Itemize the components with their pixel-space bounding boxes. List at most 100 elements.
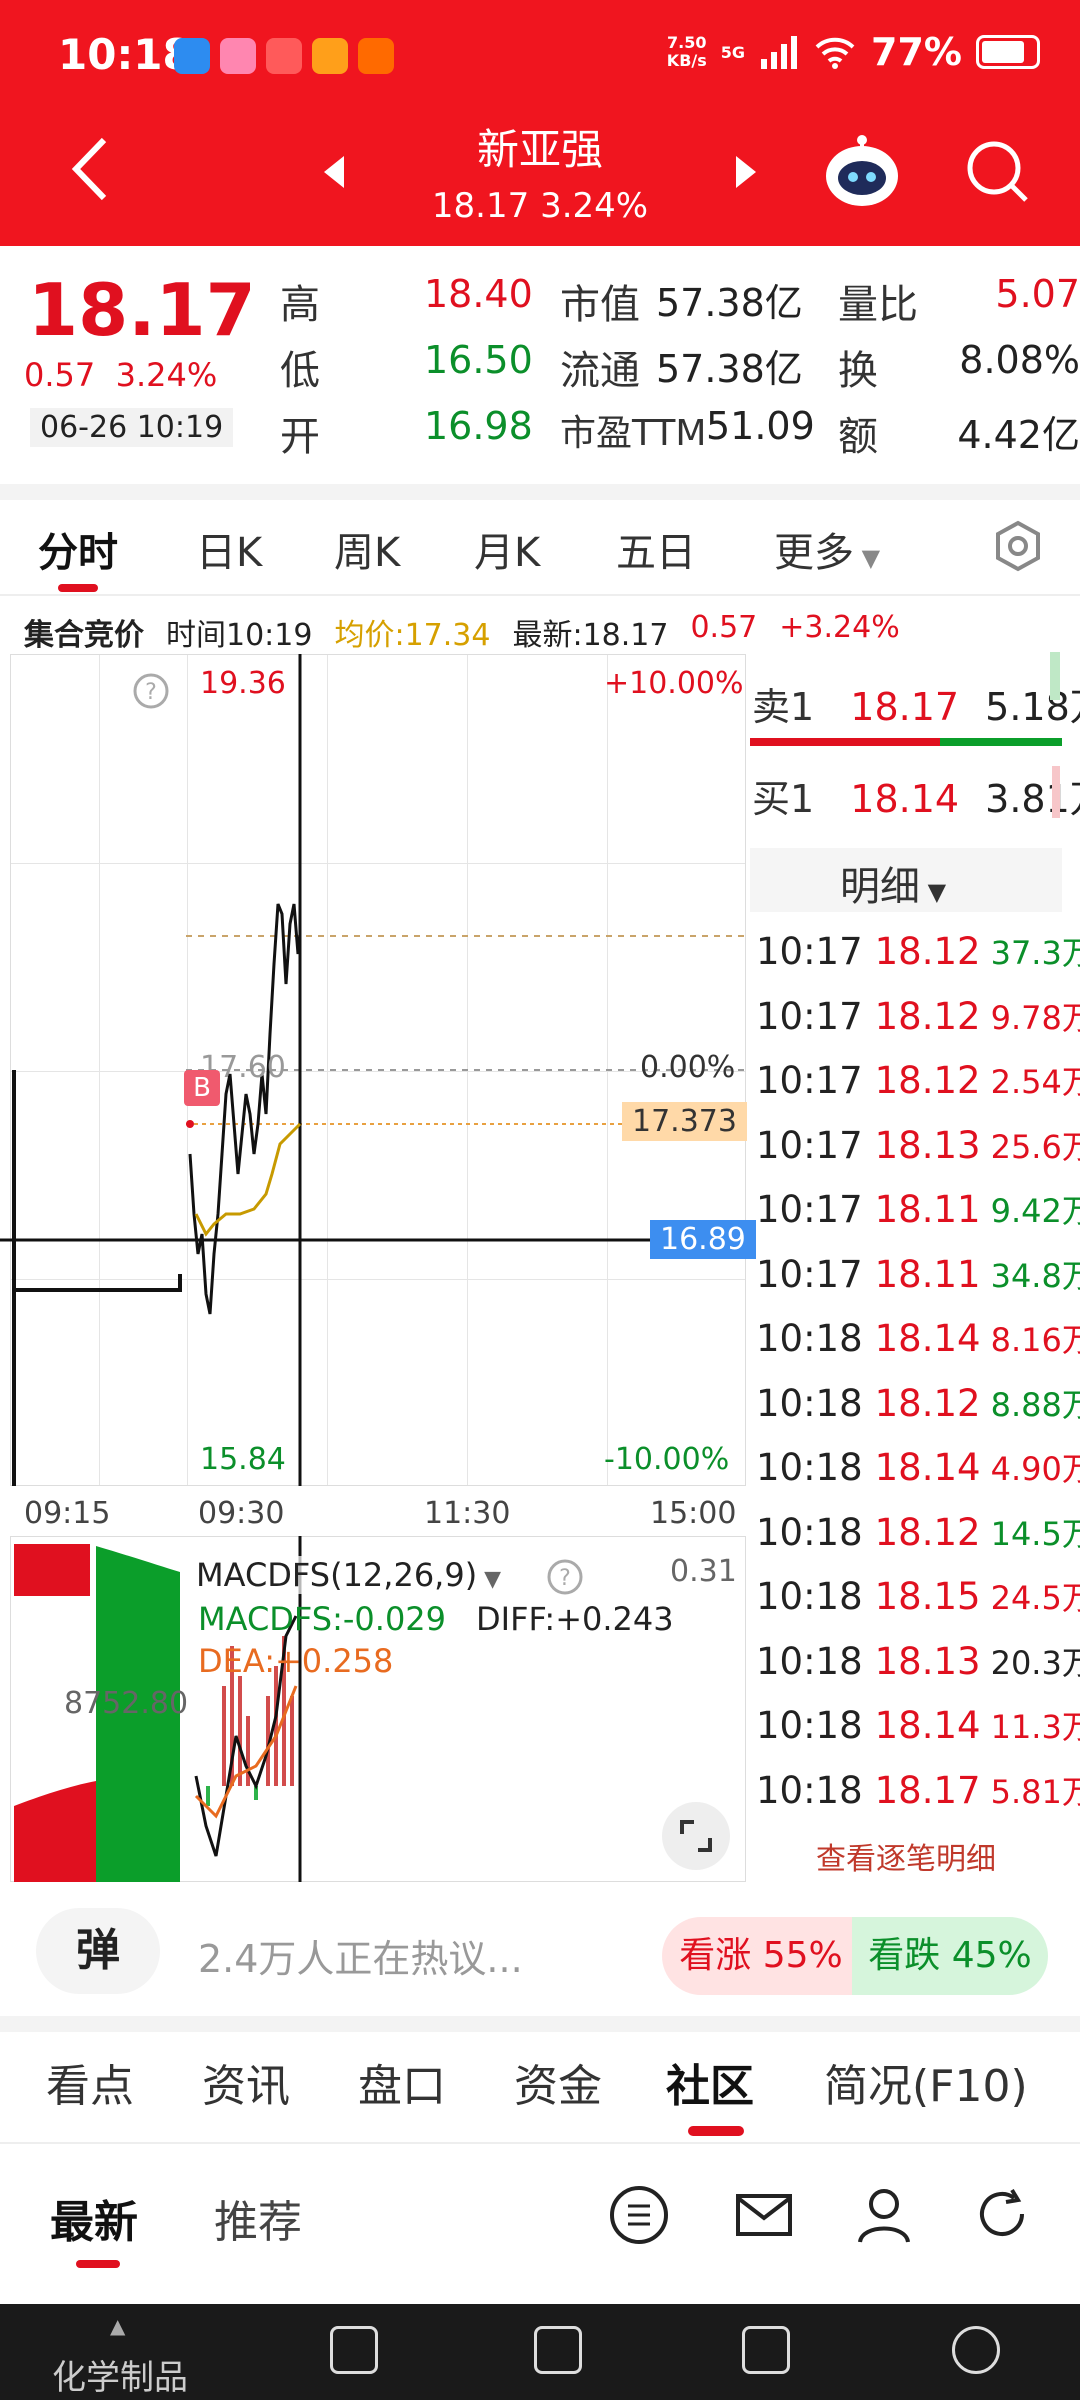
discussion-text[interactable]: 2.4万人正在热议...	[198, 1928, 523, 1983]
tick-price: 18.12	[874, 1510, 981, 1554]
chart-tabs: 分时 日K 周K 月K 五日 更多 ▼	[0, 500, 1080, 596]
tab-community[interactable]: 社区	[666, 2050, 754, 2114]
tick-price: 18.11	[874, 1252, 981, 1296]
tab-monthly-k[interactable]: 月K	[474, 520, 540, 578]
danmu-button[interactable]: 弹	[36, 1908, 160, 1994]
app-icon	[312, 38, 348, 74]
buy-depth-bar	[1052, 766, 1060, 818]
bearish-button[interactable]: 看跌 45%	[852, 1917, 1048, 1995]
low-label: 低	[280, 348, 320, 394]
tab-weekly-k[interactable]: 周K	[334, 520, 400, 578]
bullish-button[interactable]: 看涨 55%	[662, 1917, 860, 1995]
info-time: 时间10:19	[166, 618, 313, 653]
tab-five-day[interactable]: 五日	[616, 520, 696, 578]
turnover-value: 8.08%	[959, 338, 1080, 382]
low-value: 16.50	[424, 338, 533, 382]
tab-f10[interactable]: 简况(F10)	[824, 2050, 1028, 2114]
industry-label[interactable]: 化学制品	[52, 2350, 188, 2399]
settings-hex-icon[interactable]	[992, 520, 1044, 572]
tab-highlights[interactable]: 看点	[46, 2050, 134, 2114]
tab-funds[interactable]: 资金	[514, 2050, 602, 2114]
status-app-icons	[174, 38, 394, 74]
cursor-price-tag: 16.89	[650, 1220, 756, 1259]
message-icon[interactable]	[734, 2190, 794, 2240]
tick-volume: 24.5万	[990, 1579, 1080, 1617]
divider	[0, 594, 1080, 596]
tab-news[interactable]: 资讯	[202, 2050, 290, 2114]
subtab-latest[interactable]: 最新	[50, 2186, 138, 2250]
chart-top-price: 19.36	[200, 666, 286, 701]
sell1-volume: 5.18万	[985, 685, 1080, 729]
tick-price: 18.14	[874, 1317, 981, 1360]
macd-selector[interactable]: MACDFS(12,26,9) ▼	[196, 1556, 502, 1594]
tick-row: 10:17 18.13 25.6万	[756, 1122, 1080, 1168]
signal-icon	[761, 36, 798, 69]
battery-icon	[976, 35, 1040, 69]
tick-price: 18.17	[874, 1768, 981, 1812]
tab-orderbook[interactable]: 盘口	[358, 2050, 446, 2114]
refresh-icon[interactable]	[972, 2184, 1032, 2244]
remove-icon[interactable]	[742, 2326, 790, 2374]
tick-volume: 14.5万	[990, 1514, 1080, 1553]
time-label: 11:30	[424, 1496, 511, 1531]
battery-percent: 77%	[871, 30, 962, 74]
tick-time: 10:18	[756, 1510, 863, 1554]
chart-mid-pct: 0.00%	[640, 1050, 736, 1085]
tick-row: 10:18 18.12 8.88万	[756, 1380, 1080, 1426]
tick-row: 10:18 18.14 11.3万	[756, 1702, 1080, 1748]
detail-label[interactable]: 明细 ▼	[840, 854, 946, 912]
info-avg: 均价:17.34	[334, 618, 491, 653]
notes-icon[interactable]	[330, 2326, 378, 2374]
buy1-label: 买1	[752, 777, 815, 821]
tick-time: 10:18	[756, 1317, 863, 1360]
hot-topic-icon[interactable]	[608, 2184, 670, 2246]
tick-time: 10:18	[756, 1575, 863, 1618]
tick-volume: 25.6万	[990, 1127, 1080, 1166]
high-value: 18.40	[424, 272, 533, 316]
float-value: 57.38亿	[656, 347, 803, 391]
intraday-info-line: 集合竞价 时间10:19 均价:17.34 最新:18.17 0.57 +3.2…	[24, 610, 900, 654]
tick-price: 18.11	[874, 1188, 981, 1231]
subtab-recommended[interactable]: 推荐	[214, 2186, 302, 2250]
diff-value: DIFF:+0.243	[476, 1600, 674, 1638]
tick-price: 18.14	[874, 1446, 981, 1489]
help-icon[interactable]: ?	[132, 672, 170, 710]
tick-row: 10:18 18.14 8.16万	[756, 1315, 1080, 1361]
tick-time: 10:17	[756, 1059, 863, 1102]
turnover-label: 换	[838, 348, 878, 394]
divider	[0, 2016, 1080, 2032]
time-label: 09:30	[198, 1496, 285, 1531]
tick-price: 18.12	[874, 930, 981, 973]
open-label: 开	[280, 414, 320, 460]
auction-label: 集合竞价	[24, 618, 144, 653]
view-all-ticks-link[interactable]: 查看逐笔明细	[816, 1834, 996, 1878]
user-icon[interactable]	[854, 2184, 914, 2244]
intraday-price-lines	[0, 654, 746, 1486]
status-time: 10:18	[58, 30, 192, 79]
tick-row: 10:18 18.17 5.81万	[756, 1767, 1080, 1813]
mcap-value: 57.38亿	[656, 281, 803, 325]
search-icon[interactable]	[962, 136, 1032, 206]
buy-marker[interactable]: B	[184, 1070, 220, 1106]
tick-volume: 8.88万	[990, 1385, 1080, 1424]
pe-label: 市盈TTM	[560, 413, 707, 454]
volume-ratio-value: 5.07	[995, 272, 1080, 316]
buy1-price: 18.14	[850, 777, 960, 821]
tick-volume: 4.90万	[990, 1450, 1080, 1488]
fullscreen-icon[interactable]	[660, 1800, 732, 1872]
menu-icon[interactable]	[952, 2326, 1000, 2374]
tab-daily-k[interactable]: 日K	[196, 520, 262, 578]
tick-volume: 20.3万	[990, 1643, 1080, 1682]
add-watchlist-icon[interactable]	[534, 2326, 582, 2374]
tab-intraday[interactable]: 分时	[38, 520, 118, 578]
tab-more[interactable]: 更多 ▼	[774, 520, 880, 578]
time-label: 09:15	[24, 1496, 111, 1531]
macd-help-icon[interactable]: ?	[546, 1558, 584, 1596]
tick-row: 10:18 18.13 20.3万	[756, 1638, 1080, 1684]
macd-value: MACDFS:-0.029	[198, 1600, 447, 1638]
stock-price-subtitle: 18.17 3.24%	[431, 186, 649, 226]
float-label: 流通	[560, 348, 640, 394]
robot-assistant-icon[interactable]	[822, 130, 902, 210]
tick-price: 18.12	[874, 994, 981, 1038]
chevron-up-icon[interactable]: ▲	[110, 2314, 125, 2338]
